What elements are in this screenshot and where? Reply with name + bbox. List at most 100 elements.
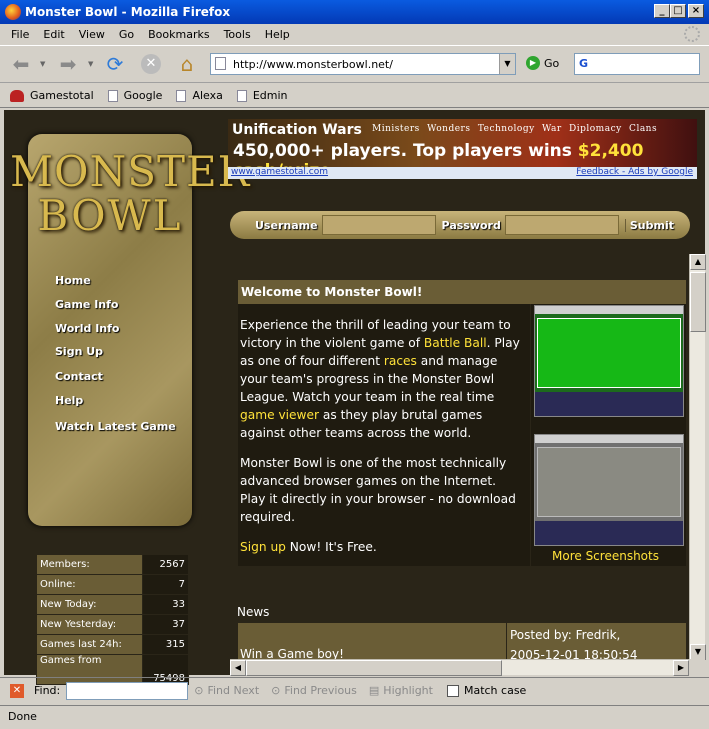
status-bar: Done (0, 705, 709, 729)
menu-bookmarks[interactable]: Bookmarks (141, 28, 216, 41)
home-icon[interactable]: ⌂ (174, 51, 200, 77)
horizontal-scrollbar[interactable]: ◀ ▶ (230, 659, 689, 676)
highlight-button[interactable]: ▤ Highlight (369, 684, 433, 697)
nav-world-info[interactable]: World Info (55, 322, 119, 335)
nav-home[interactable]: Home (55, 274, 91, 287)
forward-dropdown-icon[interactable]: ▼ (88, 60, 93, 68)
find-next-button[interactable]: ⊙ Find Next (194, 684, 259, 697)
menu-go[interactable]: Go (112, 28, 141, 41)
google-search-icon: G (579, 57, 589, 70)
thumb-titlebar (535, 435, 683, 443)
url-dropdown-icon[interactable]: ▼ (499, 54, 515, 74)
menu-file[interactable]: File (4, 28, 36, 41)
match-case-option[interactable]: Match case (446, 684, 527, 697)
stats-row: New Today: 33 (36, 594, 189, 615)
url-text: http://www.monsterbowl.net/ (233, 57, 393, 71)
thumb-titlebar (535, 306, 683, 314)
welcome-heading: Welcome to Monster Bowl! (238, 280, 686, 304)
ad-menu: Ministers Wonders Technology War Diploma… (372, 124, 658, 134)
status-text: Done (8, 710, 37, 723)
close-button[interactable]: × (688, 4, 704, 18)
bookmark-label: Alexa (192, 89, 223, 102)
sign-up-link[interactable]: Sign up (240, 540, 286, 554)
scroll-left-icon[interactable]: ◀ (230, 660, 246, 676)
go-label: Go (544, 56, 560, 70)
ad-banner[interactable]: Unification Wars Ministers Wonders Techn… (228, 119, 697, 179)
vertical-scrollbar[interactable]: ▲ ▼ (689, 254, 706, 660)
bookmarks-toolbar: Gamestotal Google Alexa Edmin (0, 84, 709, 108)
bookmark-gamestotal[interactable]: Gamestotal (10, 89, 94, 102)
submit-button[interactable]: Submit (624, 218, 674, 232)
search-box[interactable]: G (574, 53, 700, 75)
divider (530, 304, 531, 566)
menu-edit[interactable]: Edit (36, 28, 71, 41)
close-find-icon[interactable]: ✕ (10, 683, 24, 698)
password-label: Password (441, 218, 501, 232)
scroll-thumb[interactable] (246, 660, 502, 676)
ad-feedback-link[interactable]: Feedback - Ads by Google (576, 167, 693, 177)
stop-icon[interactable]: ✕ (138, 51, 164, 77)
nav-contact[interactable]: Contact (55, 370, 103, 383)
back-arrow-icon[interactable]: ⬅ (8, 51, 34, 77)
window-title: Monster Bowl - Mozilla Firefox (25, 5, 231, 19)
menu-help[interactable]: Help (258, 28, 297, 41)
thumb-field (537, 318, 681, 388)
back-dropdown-icon[interactable]: ▼ (40, 60, 45, 68)
scroll-down-icon[interactable]: ▼ (690, 644, 706, 660)
stat-label: Online: (36, 574, 143, 595)
highlight-icon: ▤ (368, 684, 380, 697)
nav-sign-up[interactable]: Sign Up (55, 345, 103, 358)
match-case-checkbox[interactable] (446, 684, 459, 697)
thumb-panel (535, 392, 683, 416)
down-arrow-icon: ⊙ (194, 684, 204, 697)
find-input[interactable] (66, 681, 189, 700)
scroll-up-icon[interactable]: ▲ (690, 254, 706, 270)
game-viewer-link[interactable]: game viewer (240, 408, 319, 422)
site-logo[interactable]: MONSTER BOWL (10, 150, 249, 238)
screenshot-thumbnail-2[interactable] (534, 434, 684, 546)
find-bar: ✕ Find: ⊙ Find Next ⊙ Find Previous ▤ Highl… (0, 677, 709, 703)
bookmark-google[interactable]: Google (107, 89, 162, 102)
menu-bar: File Edit View Go Bookmarks Tools Help (0, 24, 709, 44)
maximize-button[interactable]: □ (670, 4, 686, 18)
news-author: Posted by: Fredrik, (510, 628, 621, 642)
nav-watch-latest-game[interactable]: Watch Latest Game (55, 420, 176, 433)
races-link[interactable]: races (384, 354, 417, 368)
match-case-label: Match case (463, 684, 527, 697)
menu-view[interactable]: View (72, 28, 112, 41)
url-bar[interactable]: http://www.monsterbowl.net/ ▼ (210, 53, 516, 75)
firefox-icon (5, 4, 21, 20)
stat-value: 37 (142, 614, 189, 635)
stats-table: Members: 2567 Online: 7 New Today: 33 New Y… (36, 554, 189, 685)
screenshot-thumbnail-1[interactable] (534, 305, 684, 417)
find-previous-button[interactable]: ⊙ Find Previous (271, 684, 357, 697)
password-input[interactable] (504, 215, 619, 235)
page-icon (176, 89, 187, 102)
stats-row: Online: 7 (36, 574, 189, 595)
welcome-paragraph-1: Experience the thrill of leading your te… (240, 316, 524, 442)
scroll-thumb[interactable] (690, 272, 706, 332)
username-input[interactable] (321, 215, 436, 235)
scroll-corner (689, 659, 705, 675)
stat-label: Members: (36, 554, 143, 575)
bookmark-edmin[interactable]: Edmin (236, 89, 288, 102)
scroll-right-icon[interactable]: ▶ (673, 660, 689, 676)
ad-title: Unification Wars (232, 122, 362, 138)
page-icon (215, 57, 226, 70)
bookmark-alexa[interactable]: Alexa (176, 89, 223, 102)
reload-icon[interactable]: ⟳ (102, 51, 128, 77)
battle-ball-link[interactable]: Battle Ball (424, 336, 487, 350)
menu-tools[interactable]: Tools (217, 28, 258, 41)
username-label: Username (255, 218, 318, 232)
forward-arrow-icon[interactable]: ➡ (55, 51, 81, 77)
go-button[interactable]: ▶ Go (526, 56, 559, 70)
nav-help[interactable]: Help (55, 394, 83, 407)
more-screenshots-link[interactable]: More Screenshots (552, 549, 659, 563)
minimize-button[interactable]: _ (654, 4, 670, 18)
window-title-bar[interactable]: Monster Bowl - Mozilla Firefox _ □ × (0, 0, 709, 24)
nav-game-info[interactable]: Game Info (55, 298, 118, 311)
thumb-panel (535, 521, 683, 545)
stat-value: 33 (142, 594, 189, 615)
stats-row: New Yesterday: 37 (36, 614, 189, 635)
ad-url-link[interactable]: www.gamestotal.com (231, 167, 328, 177)
